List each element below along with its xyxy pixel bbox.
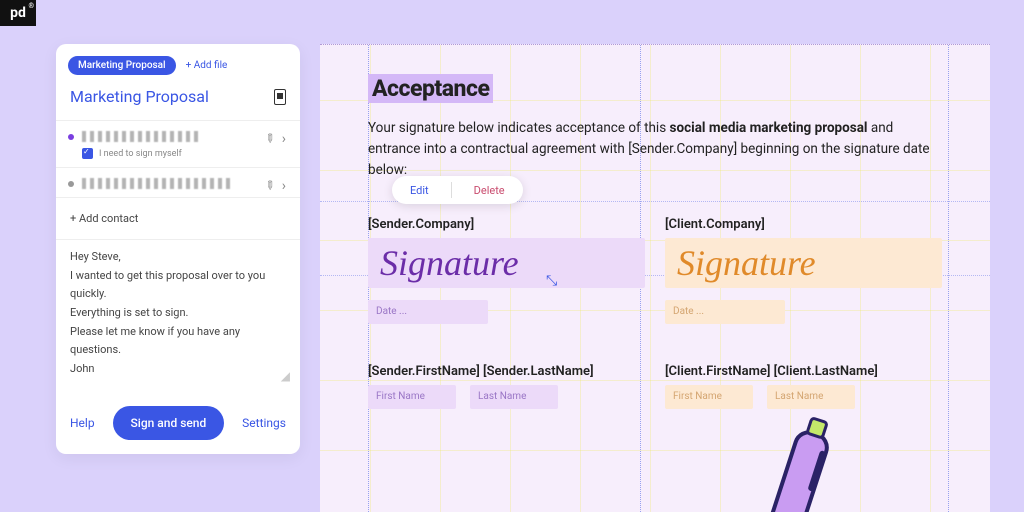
client-date-field[interactable]: Date ...	[665, 300, 785, 324]
sender-firstname-field[interactable]: First Name	[368, 385, 456, 409]
client-name-block: [Client.FirstName] [Client.LastName] Fir…	[665, 364, 942, 409]
recipient-color-dot	[68, 134, 74, 140]
para-text: Your signature below indicates acceptanc…	[368, 120, 670, 136]
sender-lastname-field[interactable]: Last Name	[470, 385, 558, 409]
context-delete-button[interactable]: Delete	[474, 184, 505, 197]
settings-link[interactable]: Settings	[242, 416, 286, 430]
client-column: [Client.Company] Signature Date ...	[665, 217, 942, 324]
context-menu: Edit Delete	[392, 176, 523, 204]
acceptance-paragraph[interactable]: Your signature below indicates acceptanc…	[368, 118, 942, 181]
recipient-name-obscured	[82, 178, 232, 189]
context-edit-button[interactable]: Edit	[410, 184, 429, 197]
sender-company-label: [Sender.Company]	[368, 217, 645, 232]
message-textarea[interactable]: Hey Steve, I wanted to get this proposal…	[56, 240, 300, 392]
client-firstname-field[interactable]: First Name	[665, 385, 753, 409]
self-sign-label: I need to sign myself	[99, 149, 182, 159]
add-contact-button[interactable]: + Add contact	[56, 198, 300, 239]
logo-badge: pd	[0, 0, 36, 26]
sender-column: [Sender.Company] Signature Date ...	[368, 217, 645, 324]
help-link[interactable]: Help	[70, 416, 95, 430]
message-line: John	[70, 360, 286, 379]
device-icon[interactable]	[274, 89, 286, 105]
message-line: Everything is set to sign.	[70, 304, 286, 323]
message-line: Hey Steve,	[70, 248, 286, 267]
recipient-row[interactable]: ✎ › I need to sign myself	[56, 121, 300, 167]
client-lastname-field[interactable]: Last Name	[767, 385, 855, 409]
textarea-resize-icon[interactable]: ◢	[281, 366, 290, 386]
section-heading[interactable]: Acceptance	[368, 74, 493, 103]
sender-date-field[interactable]: Date ...	[368, 300, 488, 324]
recipient-name-obscured	[82, 131, 202, 142]
pen-illustration	[700, 435, 960, 512]
chevron-right-icon[interactable]: ›	[282, 131, 286, 147]
sign-send-button[interactable]: Sign and send	[113, 406, 225, 440]
doc-pill[interactable]: Marketing Proposal	[68, 56, 176, 75]
document-canvas[interactable]: Acceptance Your signature below indicate…	[320, 44, 990, 512]
sender-name-label: [Sender.FirstName] [Sender.LastName]	[368, 364, 645, 379]
self-sign-checkbox[interactable]	[82, 148, 93, 159]
sender-name-block: [Sender.FirstName] [Sender.LastName] Fir…	[368, 364, 645, 409]
signature-placeholder-text: Signature	[677, 242, 816, 284]
resize-diagonal-icon[interactable]: ⤡	[546, 273, 557, 289]
client-name-label: [Client.FirstName] [Client.LastName]	[665, 364, 942, 379]
send-panel: Marketing Proposal + Add file Marketing …	[56, 44, 300, 454]
context-separator	[451, 182, 452, 198]
add-file-link[interactable]: + Add file	[186, 60, 228, 71]
recipient-row[interactable]: ✎ ›	[56, 168, 300, 197]
sender-signature-field[interactable]: Signature	[368, 238, 645, 288]
message-line: I wanted to get this proposal over to yo…	[70, 267, 286, 304]
client-company-label: [Client.Company]	[665, 217, 942, 232]
message-line: Please let me know if you have any quest…	[70, 323, 286, 360]
para-bold: social media marketing proposal	[670, 120, 868, 136]
doc-title: Marketing Proposal	[70, 87, 209, 106]
client-signature-field[interactable]: Signature	[665, 238, 942, 288]
chevron-right-icon[interactable]: ›	[282, 178, 286, 194]
signature-placeholder-text: Signature	[380, 242, 519, 284]
recipient-color-dot	[68, 181, 74, 187]
